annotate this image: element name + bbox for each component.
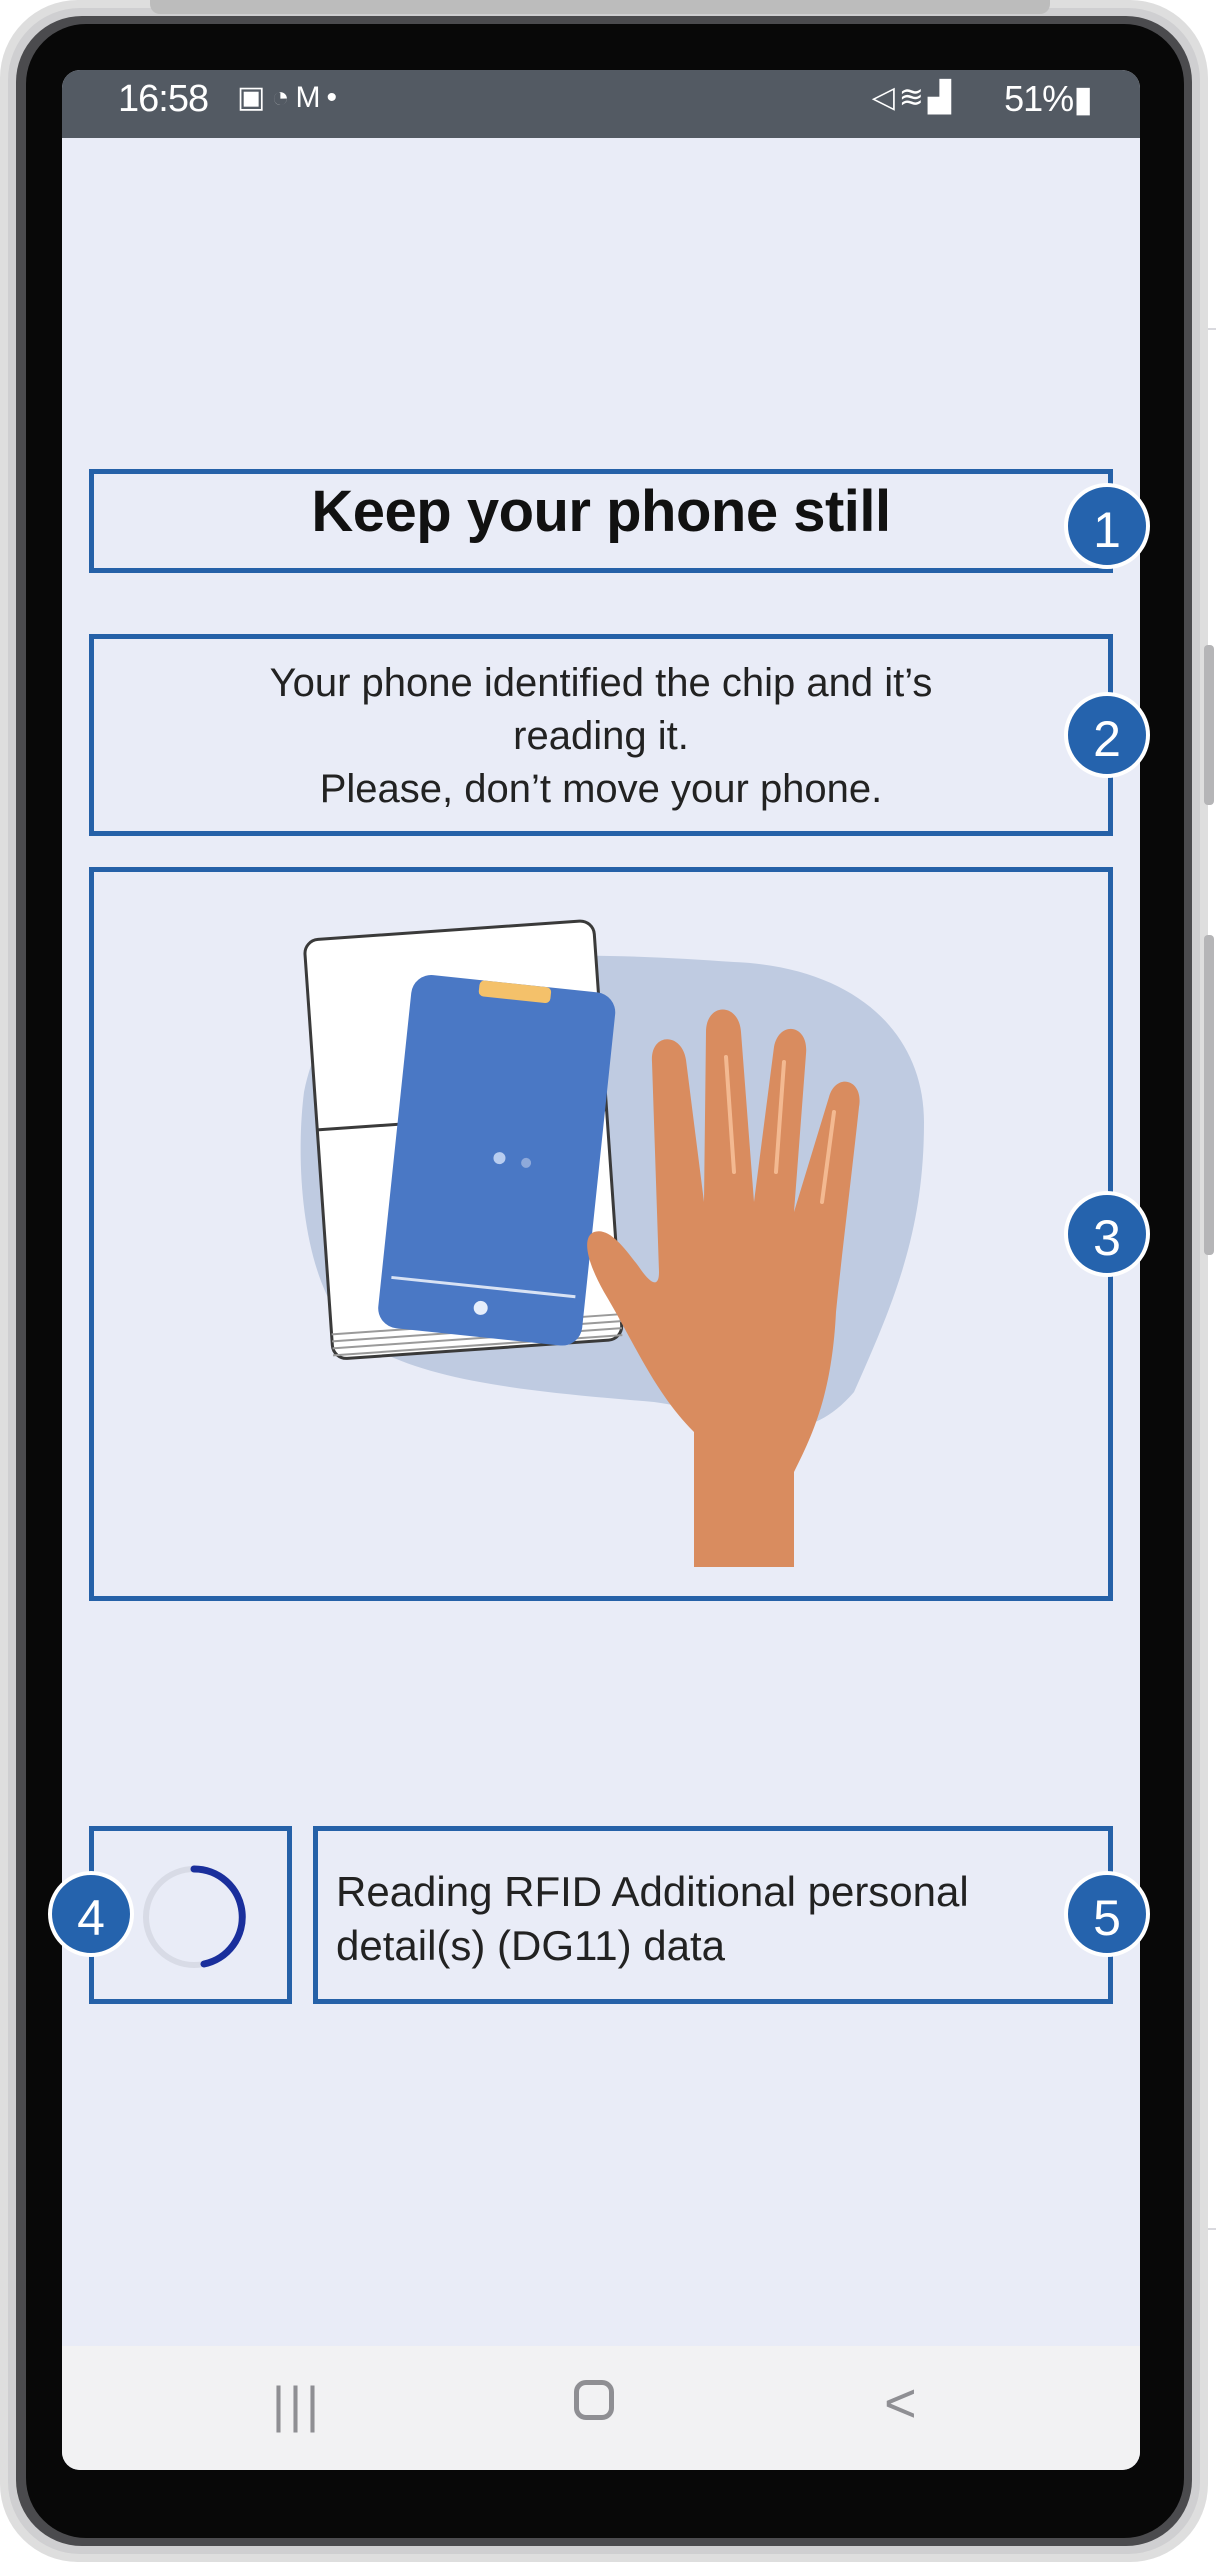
annotation-badge-1: 1 [1064, 483, 1150, 569]
connectivity-icons: ◁≋▟ [872, 80, 955, 115]
volume-button [1204, 645, 1214, 805]
instruction-line-1: Your phone identified the chip and it’s [269, 661, 933, 705]
signal-icon: ▟ [927, 81, 955, 114]
navigation-bar: ||| < [62, 2346, 1140, 2470]
wifi-icon: ≋ [898, 81, 928, 114]
annotation-box-5: Reading RFID Additional personal detail(… [313, 1826, 1113, 2004]
battery-icon: ▮ [1073, 78, 1093, 119]
loading-spinner [143, 1865, 246, 1968]
mute-icon: ◁ [871, 81, 899, 114]
status-bar: 16:58 ▣◔M• ◁≋▟ 51%▮ [62, 70, 1140, 138]
instruction-line-3: Please, don’t move your phone. [319, 767, 883, 811]
battery-indicator: 51%▮ [1004, 78, 1093, 120]
annotation-badge-3: 3 [1064, 1191, 1150, 1277]
recent-apps-icon[interactable]: ||| [272, 2376, 323, 2434]
status-time: 16:58 [118, 78, 209, 120]
home-icon[interactable] [574, 2380, 614, 2420]
instruction-line-2: reading it. [513, 714, 689, 758]
phone-screen: 16:58 ▣◔M• ◁≋▟ 51%▮ Keep your phone stil… [62, 70, 1140, 2470]
messenger-icon: ◔ [271, 81, 296, 114]
gmail-icon: M [295, 81, 327, 114]
sim-icon: ▣ [237, 81, 272, 114]
phone-on-passport-illustration [300, 919, 924, 1567]
annotation-badge-5: 5 [1064, 1871, 1150, 1957]
page-title: Keep your phone still [311, 479, 891, 544]
device-top-slot [150, 0, 1050, 14]
reading-status-line-1: Reading RFID Additional personal [336, 1868, 969, 1915]
annotation-badge-4: 4 [48, 1871, 134, 1957]
annotation-badge-2: 2 [1064, 692, 1150, 778]
power-button [1204, 935, 1214, 1255]
annotation-box-2: Your phone identified the chip and it’s … [89, 634, 1113, 836]
instruction-message: Your phone identified the chip and it’s … [94, 657, 1108, 816]
phone-illustration [378, 975, 616, 1346]
reading-status-line-2: detail(s) (DG11) data [336, 1922, 726, 1969]
dot-icon: • [326, 81, 343, 114]
battery-percent: 51% [1004, 78, 1074, 119]
reading-status-text: Reading RFID Additional personal detail(… [336, 1865, 969, 1973]
back-icon[interactable]: < [884, 2370, 917, 2435]
annotation-box-3 [89, 867, 1113, 1601]
notification-icons: ▣◔M• [237, 80, 343, 115]
annotation-box-1: Keep your phone still [89, 469, 1113, 573]
